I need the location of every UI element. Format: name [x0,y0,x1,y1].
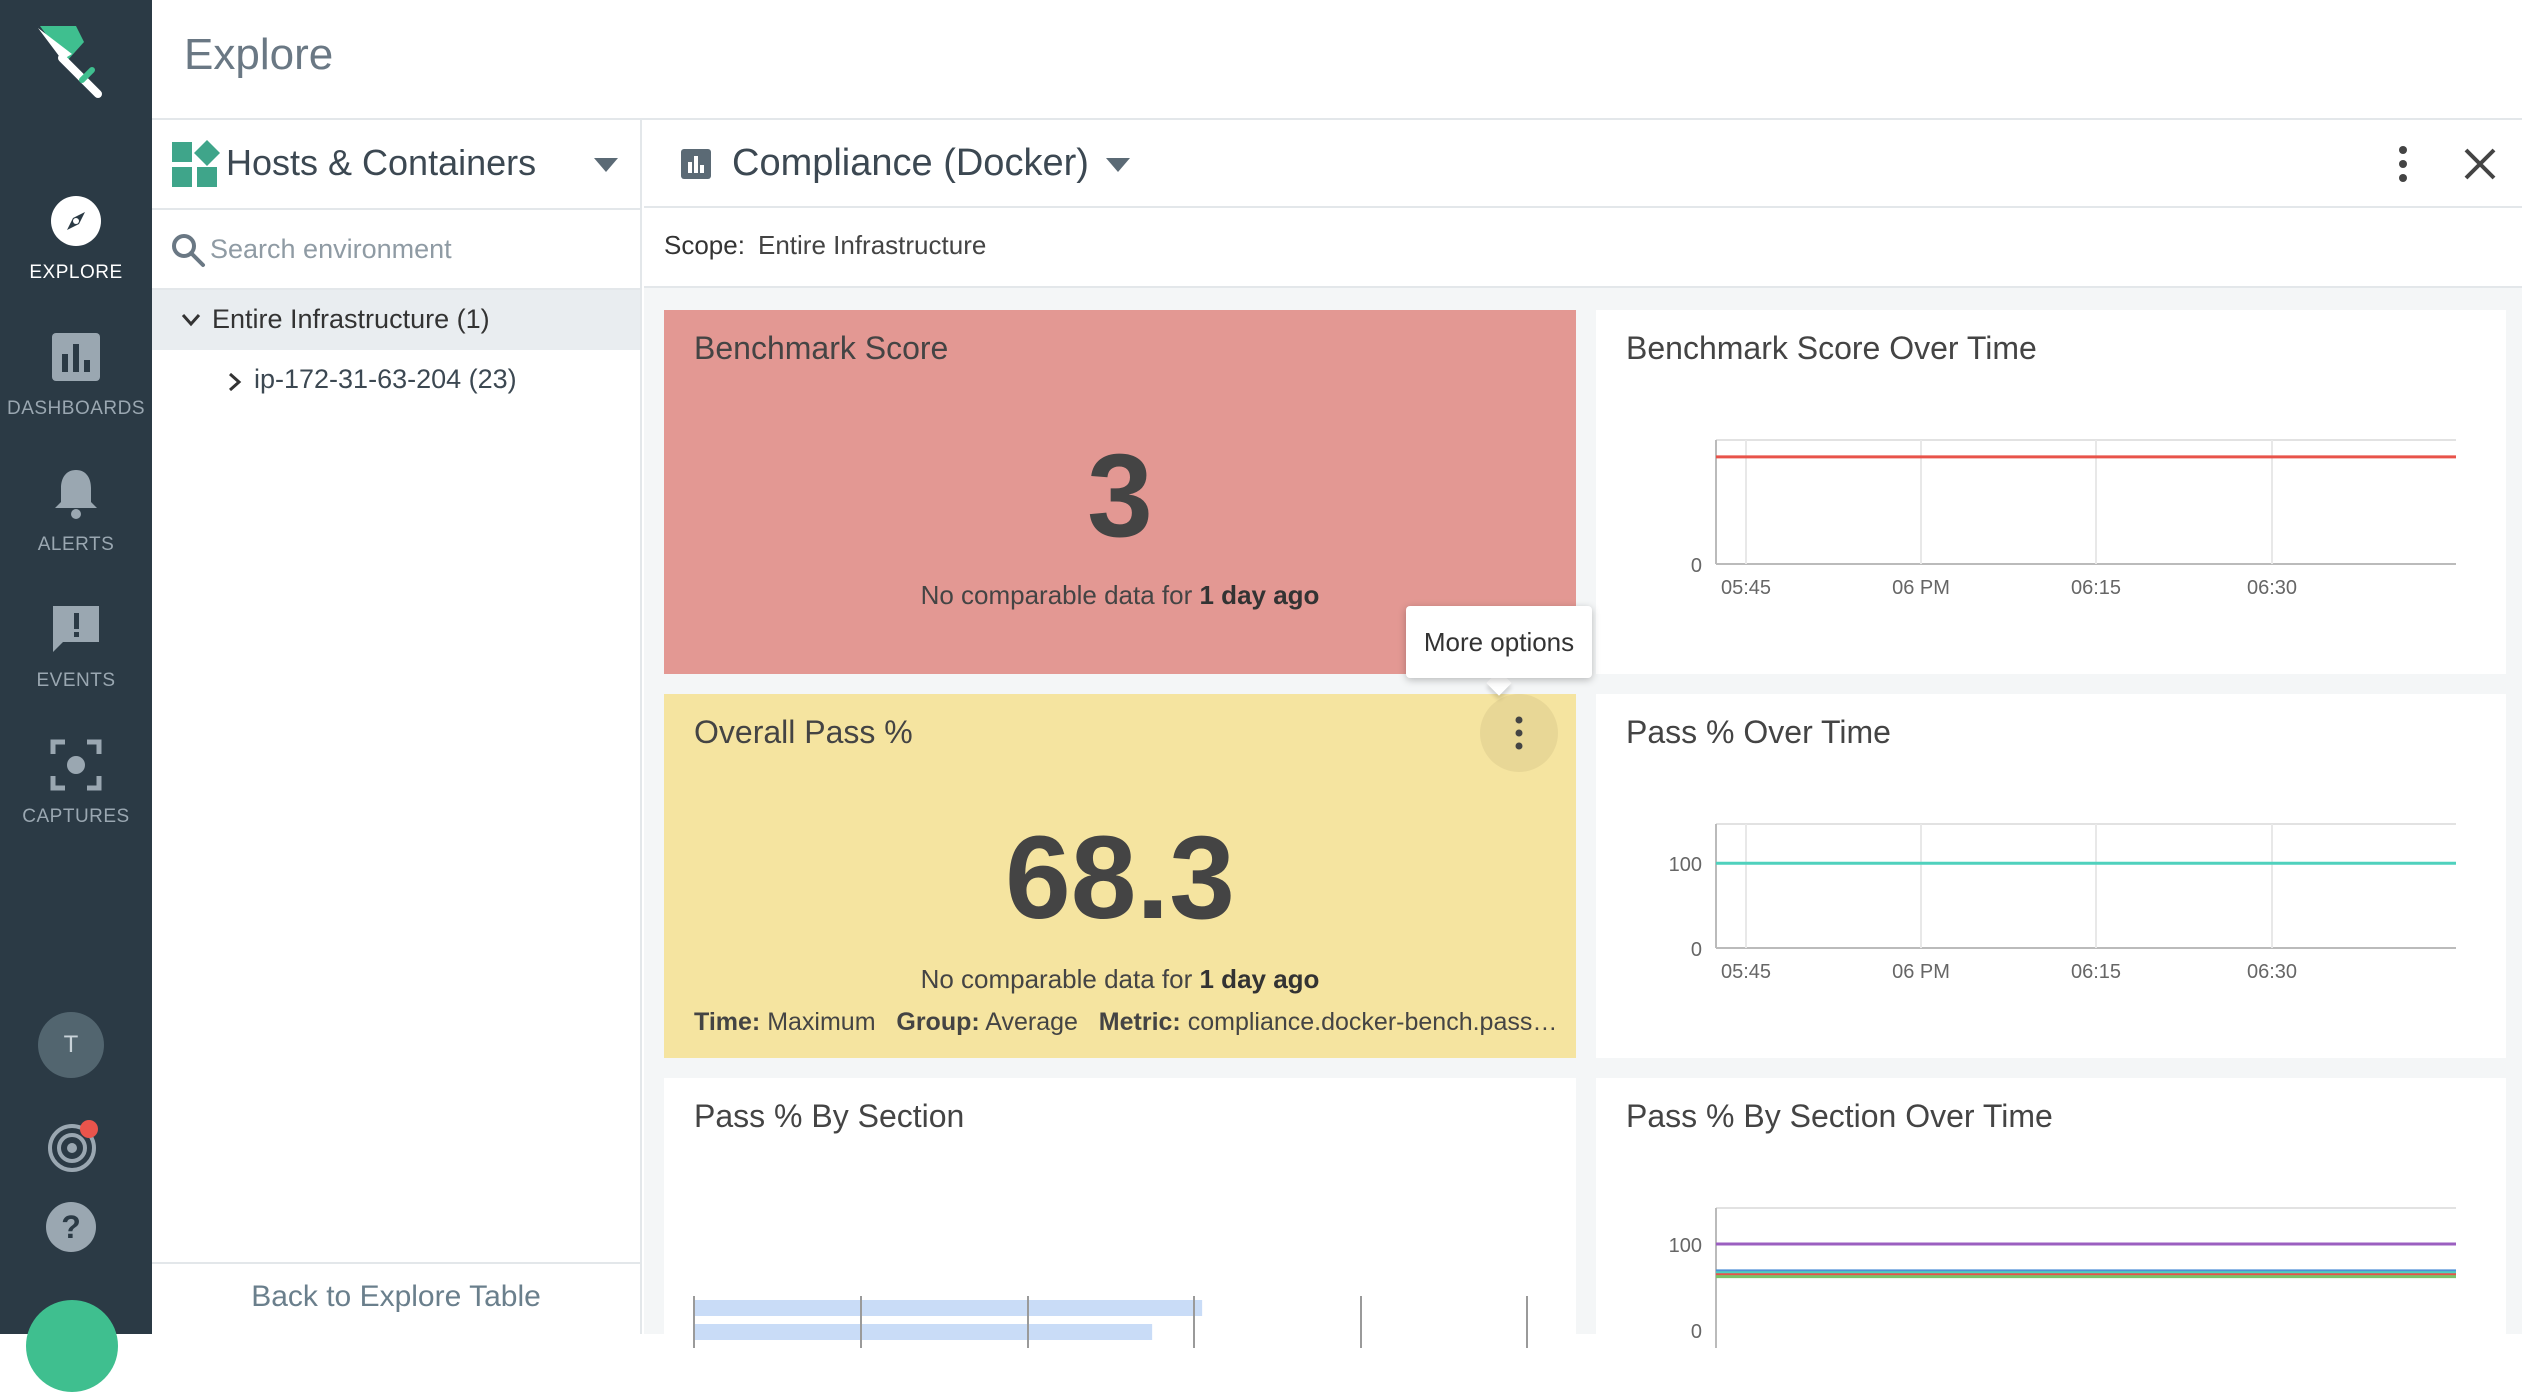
y-tick-label: 0 [1691,555,1702,577]
y-tick-label: 100 [1669,1235,1702,1257]
svg-text:?: ? [61,1209,81,1245]
left-navigation: EXPLORE DASHBOARDS ALERTS EVENTS CAPTURE… [0,0,152,1392]
tree-item-label: Entire Infrastructure (1) [212,304,490,334]
x-tick-label: 06:15 [2071,577,2121,599]
caret-down-icon[interactable] [1104,154,1132,176]
nav-item-captures[interactable]: CAPTURES [0,738,152,858]
dashboard-header: Compliance (Docker) [644,120,2522,208]
note-bold: 1 day ago [1199,964,1320,994]
nav-label-captures: CAPTURES [22,806,130,827]
benchmark-score-over-time-tile[interactable]: Benchmark Score Over Time 0 05:45 06 PM 06… [1596,310,2506,674]
overall-pass-value: 68.3 [1005,812,1235,944]
more-options-tooltip: More options [1406,606,1592,678]
group-label: Group: [896,1008,980,1036]
nav-label-dashboards: DASHBOARDS [6,398,146,419]
comparison-note: No comparable data for 1 day ago [664,964,1576,995]
x-tick-label: 05:45 [1721,961,1771,983]
nav-label-events: EVENTS [36,670,116,691]
y-tick-label: 100 [1669,854,1702,876]
close-icon[interactable] [2462,146,2498,182]
more-options-icon [1515,716,1523,750]
notification-dot [80,1120,98,1138]
nav-item-explore[interactable]: EXPLORE [0,194,152,314]
panel-footer: Back to Explore Table [152,1262,640,1334]
time-label: Time: [694,1008,761,1036]
bell-icon [55,470,97,519]
search-icon [172,234,205,267]
x-tick-label: 06:30 [2247,577,2297,599]
section-bar [694,1300,1203,1316]
metric-label: Metric: [1098,1008,1181,1036]
time-value: Maximum [767,1008,876,1036]
benchmark-score-value: 3 [1087,430,1153,562]
overall-pass-tile[interactable]: Overall Pass % 68.3 No comparable data f… [664,694,1576,1058]
search-environment-input[interactable] [210,226,620,272]
tile-title: Benchmark Score [694,330,949,366]
logo-icon[interactable] [32,20,112,100]
pass-over-time-tile[interactable]: Pass % Over Time 100 0 05:45 06 PM 06:15 06… [1596,694,2506,1058]
chat-button[interactable] [26,1300,118,1392]
pass-by-section-line-chart: 100 0 [1669,1207,2456,1348]
note-text: No comparable data for [920,964,1200,994]
tree-item-label: ip-172-31-63-204 (23) [254,364,517,394]
nav-item-dashboards[interactable]: DASHBOARDS [0,330,152,450]
scope-label: Scope: [664,230,745,260]
pass-over-time-line-chart: 100 0 05:45 06 PM 06:15 06:30 [1669,823,2456,983]
tree-panel-title: Hosts & Containers [226,142,537,183]
dashboard-title: Compliance (Docker) [732,142,1089,184]
more-options-icon[interactable] [2396,144,2410,184]
pass-by-section-over-time-tile[interactable]: Pass % By Section Over Time 100 0 [1596,1078,2506,1348]
hosts-containers-icon [172,140,220,187]
compass-icon [51,196,101,246]
caret-down-icon[interactable] [592,154,620,176]
metric-value: compliance.docker-bench.pass… [1187,1008,1558,1036]
chevron-down-icon[interactable] [180,310,202,330]
x-tick-label: 06:30 [2247,961,2297,983]
dashboard-panel: Compliance (Docker) Scope: Entire Infras… [644,120,2522,1348]
scope-value[interactable]: Entire Infrastructure [758,230,986,261]
user-avatar[interactable]: T [38,1012,104,1078]
help-icon[interactable]: ? [44,1200,98,1254]
back-to-explore-link[interactable]: Back to Explore Table [251,1280,541,1314]
benchmark-score-line-chart: 0 05:45 06 PM 06:15 06:30 [1691,439,2456,599]
nav-label-explore: EXPLORE [29,262,123,283]
hosts-tree-panel: Hosts & Containers Entire Infrastructure… [152,120,642,1334]
tile-title: Overall Pass % [694,714,913,750]
note-text: No comparable data for [920,580,1200,610]
capture-focus-icon [50,739,102,791]
group-value: Average [985,1008,1078,1036]
nav-item-alerts[interactable]: ALERTS [0,466,152,586]
panel-divider [152,208,640,210]
y-tick-label: 0 [1691,939,1702,961]
scope-bar: Scope: Entire Infrastructure [644,208,2522,288]
tree-item-entire-infrastructure[interactable]: Entire Infrastructure (1) [152,290,640,350]
x-tick-label: 06 PM [1892,961,1950,983]
tree-item-host[interactable]: ip-172-31-63-204 (23) [152,352,640,410]
x-tick-label: 06:15 [2071,961,2121,983]
message-alert-icon [53,606,99,652]
section-bar [694,1324,1153,1340]
tile-more-options-button[interactable] [1480,694,1558,772]
note-bold: 1 day ago [1199,580,1320,610]
nav-label-alerts: ALERTS [37,534,115,555]
dashboard-icon [681,149,711,179]
nav-item-events[interactable]: EVENTS [0,602,152,722]
y-tick-label: 0 [1691,1321,1702,1343]
bar-chart-icon [52,333,100,381]
page-title: Explore [184,30,334,79]
tile-metadata: Time: Maximum Group: Average Metric: com… [694,1008,1574,1037]
x-tick-label: 05:45 [1721,577,1771,599]
pass-by-section-tile[interactable]: Pass % By Section [664,1078,1576,1348]
chevron-right-icon[interactable] [224,370,244,394]
pass-by-section-bar-chart [693,1296,1528,1348]
x-tick-label: 06 PM [1892,577,1950,599]
